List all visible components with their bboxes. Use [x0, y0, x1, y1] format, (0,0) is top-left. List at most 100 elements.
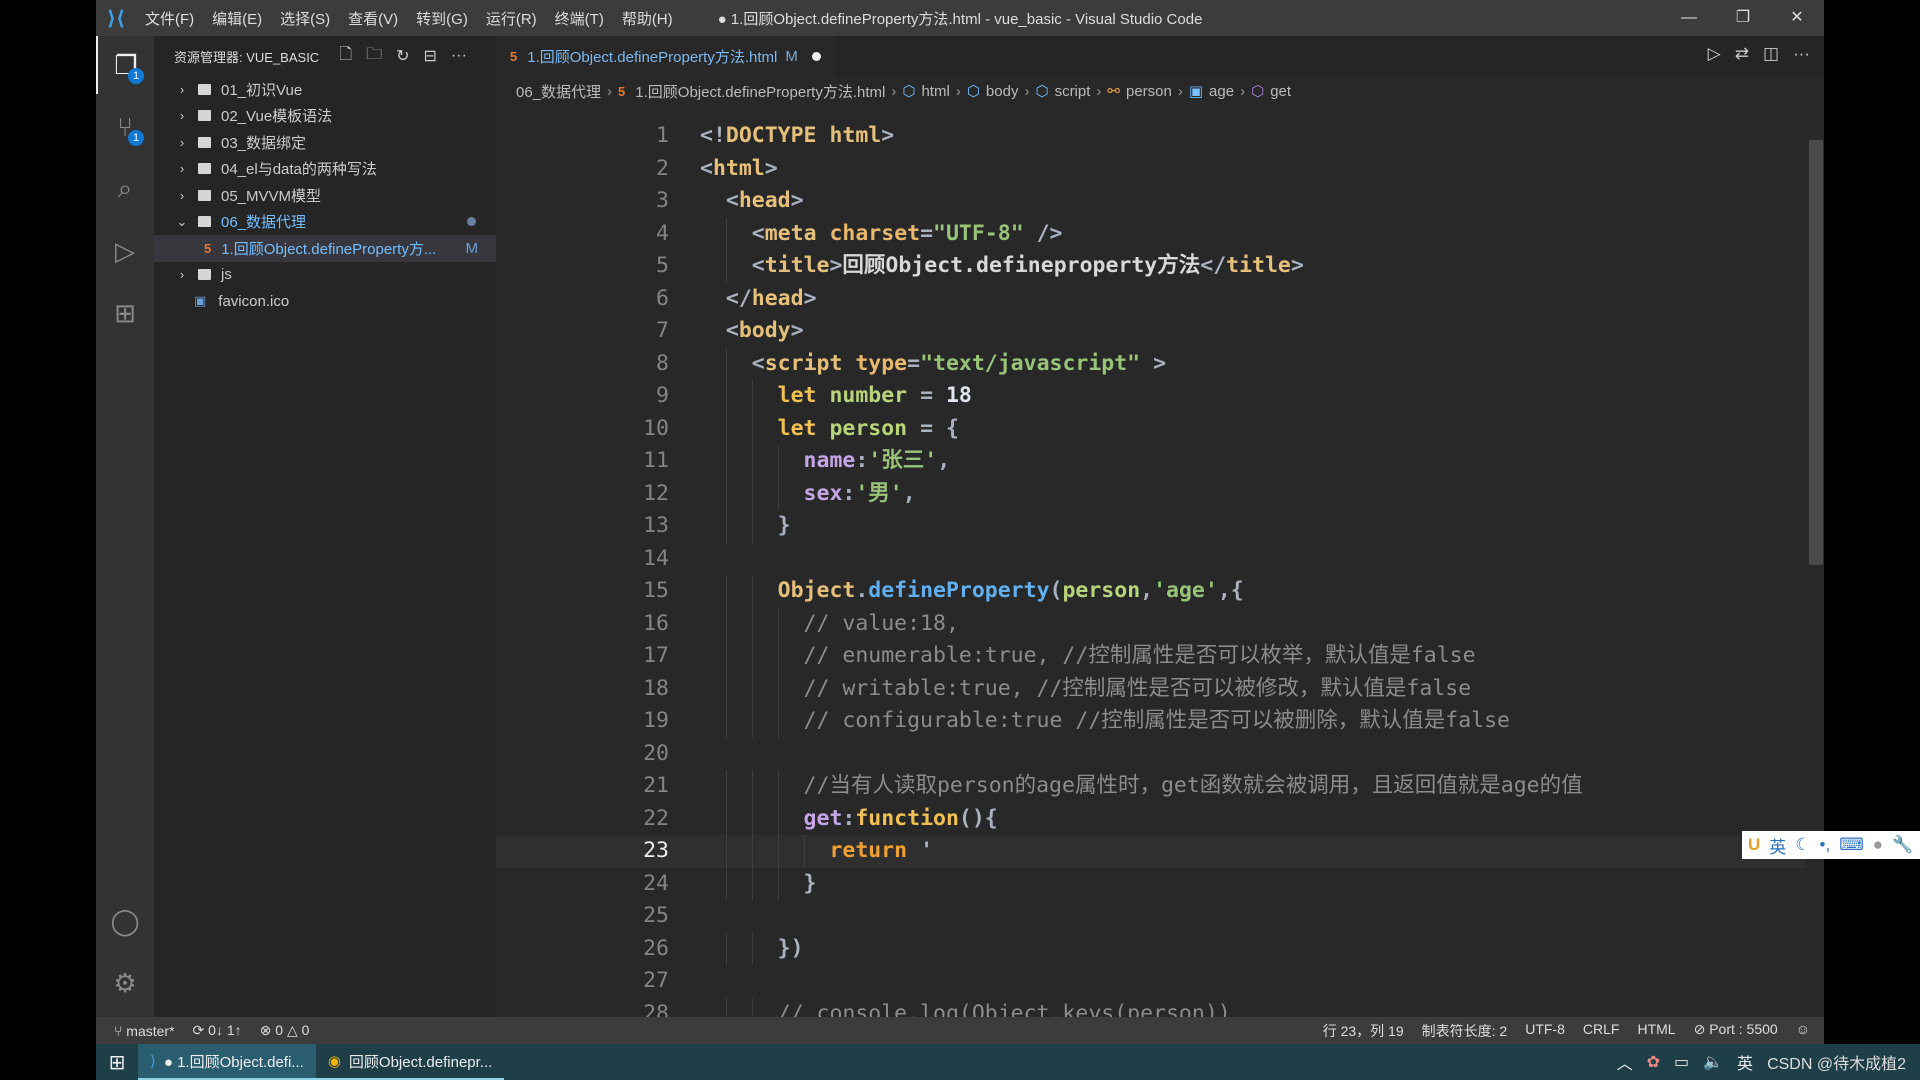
source-control-icon[interactable]: ⑂ 1 — [96, 98, 154, 156]
menu-item[interactable]: 文件(F) — [136, 8, 203, 29]
battery-icon[interactable]: ▭ — [1674, 1052, 1689, 1072]
code-line[interactable]: 3 <head> — [496, 185, 1806, 218]
code-line[interactable]: 2 <html> — [496, 153, 1806, 186]
language-mode[interactable]: HTML — [1637, 1021, 1675, 1041]
tree-item[interactable]: › 03_数据绑定 — [154, 129, 496, 156]
code-line[interactable]: 28 // console.log(Object.keys(person)) — [496, 997, 1806, 1017]
minimize-button[interactable]: — — [1662, 0, 1716, 36]
code-line[interactable]: 25 — [496, 900, 1806, 933]
code-line[interactable]: 12 sex:'男', — [496, 477, 1806, 510]
split-editor-icon[interactable]: ◫ — [1763, 44, 1779, 64]
feedback-icon[interactable]: ☺ — [1796, 1021, 1810, 1041]
code-line[interactable]: 24 } — [496, 867, 1806, 900]
tree-item[interactable]: › 04_el与data的两种写法 — [154, 156, 496, 183]
tab-size[interactable]: 制表符长度: 2 — [1422, 1021, 1508, 1041]
menu-item[interactable]: 查看(V) — [339, 8, 407, 29]
tree-item[interactable]: › 05_MVVM模型 — [154, 182, 496, 209]
ime-toolbar[interactable]: U 英 ☾ •, ⌨ ● 🔧 — [1742, 831, 1920, 859]
line-ending[interactable]: CRLF — [1583, 1021, 1620, 1041]
moon-icon[interactable]: ☾ — [1795, 835, 1810, 855]
settings-gear-icon[interactable]: ⚙ — [96, 954, 154, 1012]
code-line[interactable]: 21 //当有人读取person的age属性时，get函数就会被调用，且返回值就… — [496, 770, 1806, 803]
tree-item[interactable]: › 01_初识Vue — [154, 76, 496, 103]
user-icon[interactable]: ● — [1873, 835, 1883, 855]
code-line[interactable]: 19 // configurable:true //控制属性是否可以被删除，默认… — [496, 705, 1806, 738]
ime-tray[interactable]: 英 — [1737, 1050, 1753, 1074]
menu-item[interactable]: 转到(G) — [407, 8, 477, 29]
volume-icon[interactable]: 🔈 — [1703, 1052, 1723, 1072]
code-line[interactable]: 27 — [496, 965, 1806, 998]
code-line[interactable]: 8 <script type="text/javascript" > — [496, 347, 1806, 380]
keyboard-icon[interactable]: ⌨ — [1839, 835, 1864, 855]
code-line[interactable]: 6 </head> — [496, 283, 1806, 316]
close-button[interactable]: ✕ — [1770, 0, 1824, 36]
tree-item[interactable]: ⌄ 06_数据代理 — [154, 209, 496, 236]
code-line[interactable]: 7 <body> — [496, 315, 1806, 348]
breadcrumb-item[interactable]: age — [1209, 83, 1234, 100]
restore-button[interactable]: ❐ — [1716, 0, 1770, 36]
breadcrumb-item[interactable]: 1.回顾Object.defineProperty方法.html — [635, 81, 885, 102]
taskbar-chrome[interactable]: ◉ 回顾Object.definepr... — [315, 1044, 505, 1080]
more-actions-icon[interactable]: ··· — [451, 47, 467, 65]
branch-indicator[interactable]: ⑂ master* — [114, 1023, 175, 1039]
new-file-icon[interactable]: 🗋 — [339, 43, 352, 70]
encoding[interactable]: UTF-8 — [1525, 1021, 1565, 1041]
code-line[interactable]: 26 }) — [496, 932, 1806, 965]
code-line[interactable]: 22 get:function(){ — [496, 802, 1806, 835]
app-tray-icon[interactable]: ✿ — [1647, 1052, 1660, 1072]
search-icon[interactable]: ⌕ — [96, 160, 154, 218]
menu-item[interactable]: 帮助(H) — [613, 8, 682, 29]
wrench-icon[interactable]: 🔧 — [1892, 835, 1913, 855]
breadcrumb-item[interactable]: body — [986, 83, 1019, 100]
menu-item[interactable]: 编辑(E) — [203, 8, 271, 29]
collapse-all-icon[interactable]: ⊟ — [424, 46, 437, 66]
code-line[interactable]: 4 <meta charset="UTF-8" /> — [496, 217, 1806, 250]
windows-start-icon[interactable]: ⊞ — [96, 1050, 138, 1075]
run-icon[interactable]: ▷ — [1708, 44, 1721, 64]
sync-indicator[interactable]: ⟳ 0↓ 1↑ — [193, 1022, 242, 1039]
tree-item[interactable]: ▣ favicon.ico — [154, 288, 496, 315]
ime-mode[interactable]: 英 — [1769, 833, 1786, 858]
code-line[interactable]: 9 let number = 18 — [496, 380, 1806, 413]
menu-item[interactable]: 终端(T) — [546, 8, 613, 29]
more-actions-icon[interactable]: ··· — [1793, 44, 1810, 64]
scrollbar-thumb[interactable] — [1809, 140, 1823, 565]
chevron-up-icon[interactable]: ︿ — [1617, 1050, 1633, 1074]
taskbar-vscode[interactable]: ⟩ ● 1.回顾Object.defi... — [138, 1044, 316, 1080]
code-line[interactable]: 15 Object.defineProperty(person,'age',{ — [496, 575, 1806, 608]
code-line[interactable]: 17 // enumerable:true, //控制属性是否可以枚举，默认值是… — [496, 640, 1806, 673]
explorer-icon[interactable]: ❐ 1 — [96, 36, 154, 94]
breadcrumb-item[interactable]: 06_数据代理 — [516, 81, 601, 102]
code-line[interactable]: 5 <title>回顾Object.defineproperty方法</titl… — [496, 250, 1806, 283]
code-line[interactable]: 14 — [496, 543, 1806, 576]
refresh-icon[interactable]: ↻ — [396, 46, 409, 66]
run-debug-icon[interactable]: ▷ — [96, 222, 154, 280]
problems-indicator[interactable]: ⊗ 0 △ 0 — [260, 1022, 310, 1039]
breadcrumb-item[interactable]: get — [1270, 83, 1291, 100]
compare-changes-icon[interactable]: ⇄ — [1735, 44, 1749, 64]
breadcrumb-item[interactable]: script — [1055, 83, 1091, 100]
code-line[interactable]: 1 <!DOCTYPE html> — [496, 120, 1806, 153]
menu-item[interactable]: 选择(S) — [271, 8, 339, 29]
tab-active-file[interactable]: 5 1.回顾Object.defineProperty方法.html M — [496, 36, 835, 77]
breadcrumb-item[interactable]: html — [921, 83, 949, 100]
live-server-port[interactable]: ⊘ Port : 5500 — [1694, 1021, 1778, 1041]
new-folder-icon[interactable]: 🗀 — [366, 43, 382, 70]
unsaved-dot-icon[interactable] — [811, 52, 821, 61]
code-editor[interactable]: 1 <!DOCTYPE html> 2 <html> 3 <head> 4 <meta c… — [496, 104, 1806, 1017]
tree-item[interactable]: › 02_Vue模板语法 — [154, 103, 496, 130]
cursor-position[interactable]: 行 23，列 19 — [1323, 1021, 1404, 1041]
tree-item[interactable]: 5 1.回顾Object.defineProperty方... M — [154, 235, 496, 262]
code-line[interactable]: 23 return ' — [496, 835, 1806, 868]
code-line[interactable]: 13 } — [496, 510, 1806, 543]
code-line[interactable]: 20 — [496, 738, 1806, 771]
tree-item[interactable]: › js — [154, 262, 496, 289]
account-icon[interactable]: ◯ — [96, 892, 154, 950]
menu-item[interactable]: 运行(R) — [477, 8, 546, 29]
code-line[interactable]: 10 let person = { — [496, 412, 1806, 445]
vertical-scrollbar[interactable] — [1806, 104, 1824, 1017]
code-line[interactable]: 18 // writable:true, //控制属性是否可以被修改，默认值是f… — [496, 672, 1806, 705]
code-line[interactable]: 11 name:'张三', — [496, 445, 1806, 478]
punctuation-icon[interactable]: •, — [1820, 835, 1831, 855]
extensions-icon[interactable]: ⊞ — [96, 284, 154, 342]
